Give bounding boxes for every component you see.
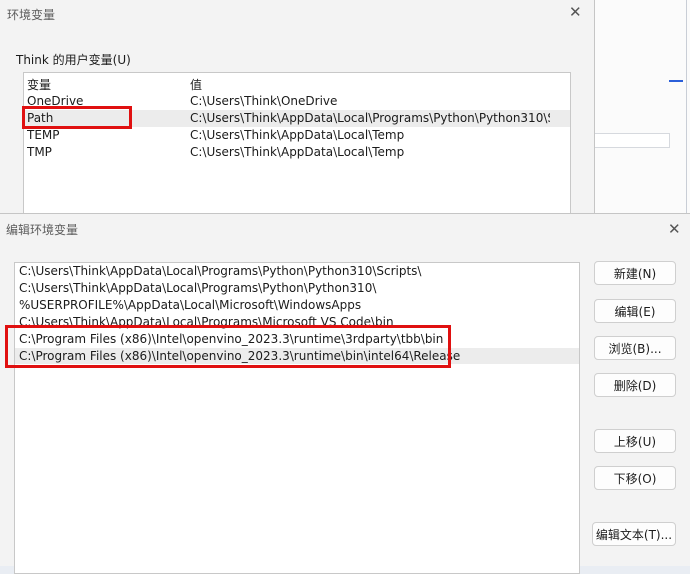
close-icon[interactable]: ✕ (668, 220, 681, 238)
variable-row-temp[interactable]: TEMP C:\Users\Think\AppData\Local\Temp (24, 127, 570, 144)
variable-name: OneDrive (27, 94, 84, 108)
path-entry[interactable]: %USERPROFILE%\AppData\Local\Microsoft\Wi… (15, 297, 579, 313)
edit-environment-variable-dialog: 编辑环境变量 ✕ C:\Users\Think\AppData\Local\Pr… (0, 213, 690, 574)
delete-button[interactable]: 删除(D) (594, 373, 676, 397)
path-entry[interactable]: C:\Users\Think\AppData\Local\Programs\Py… (15, 280, 579, 296)
move-down-button[interactable]: 下移(O) (594, 466, 676, 490)
background-accent (669, 80, 683, 82)
environment-variables-dialog: 环境变量 ✕ Think 的用户变量(U) 变量 值 OneDrive C:\U… (0, 0, 595, 230)
list-header: 变量 值 (24, 73, 570, 93)
variable-value: C:\Users\Think\AppData\Local\Programs\Py… (190, 111, 550, 125)
path-entry[interactable]: C:\Users\Think\AppData\Local\Programs\Py… (15, 263, 579, 279)
path-entry[interactable]: C:\Users\Think\AppData\Local\Programs\Mi… (15, 314, 579, 330)
edit-text-button[interactable]: 编辑文本(T)... (592, 522, 676, 546)
path-entry-selected[interactable]: C:\Program Files (x86)\Intel\openvino_20… (15, 348, 579, 364)
new-button[interactable]: 新建(N) (594, 261, 676, 285)
variable-value: C:\Users\Think\AppData\Local\Temp (190, 128, 405, 142)
variable-name: Path (27, 111, 54, 125)
dialog-title: 编辑环境变量 (6, 223, 79, 237)
variable-row-tmp[interactable]: TMP C:\Users\Think\AppData\Local\Temp (24, 144, 570, 161)
user-variables-label: Think 的用户变量(U) (16, 53, 131, 67)
variable-row-path[interactable]: Path C:\Users\Think\AppData\Local\Progra… (24, 110, 570, 127)
variable-row-onedrive[interactable]: OneDrive C:\Users\Think\OneDrive (24, 93, 570, 110)
path-entries-list[interactable]: C:\Users\Think\AppData\Local\Programs\Py… (14, 262, 580, 574)
close-icon[interactable]: ✕ (569, 3, 582, 21)
user-variables-list[interactable]: 变量 值 OneDrive C:\Users\Think\OneDrive Pa… (23, 72, 571, 224)
edit-button[interactable]: 编辑(E) (594, 299, 676, 323)
dialog-title: 环境变量 (7, 8, 56, 22)
variable-value: C:\Users\Think\AppData\Local\Temp (190, 145, 405, 159)
column-header-value[interactable]: 值 (190, 76, 202, 93)
variable-value: C:\Users\Think\OneDrive (190, 94, 338, 108)
background-field (593, 133, 670, 148)
column-header-variable[interactable]: 变量 (27, 76, 51, 93)
variable-name: TEMP (27, 128, 60, 142)
variable-name: TMP (27, 145, 52, 159)
move-up-button[interactable]: 上移(U) (594, 429, 676, 453)
path-entry[interactable]: C:\Program Files (x86)\Intel\openvino_20… (15, 331, 579, 347)
browse-button[interactable]: 浏览(B)... (594, 336, 676, 360)
